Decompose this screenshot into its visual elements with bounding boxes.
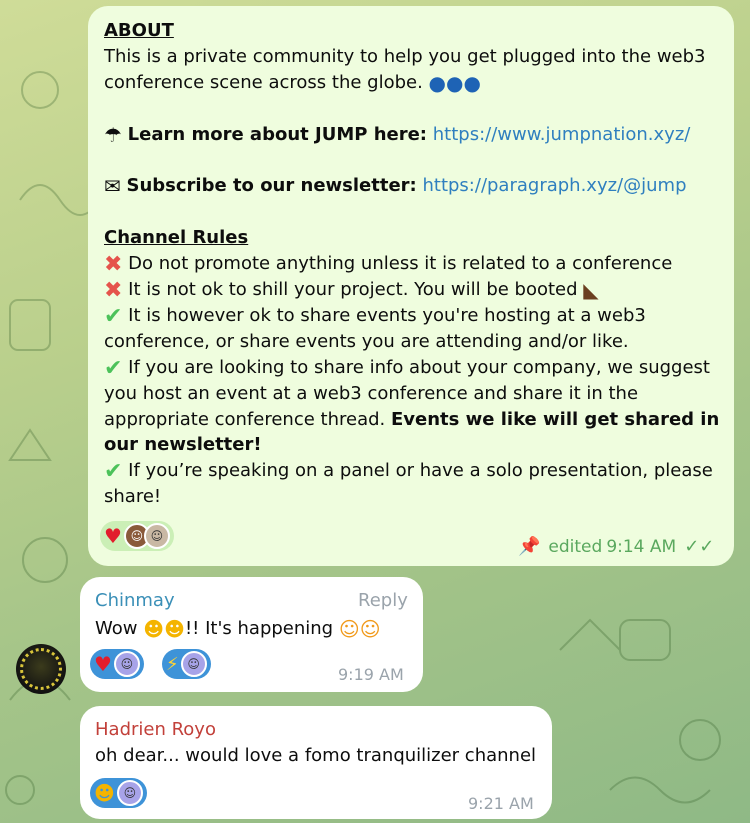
pinned-message-bubble[interactable]: ABOUT This is a private community to hel… — [88, 6, 734, 566]
message-time: 9:21 AM — [468, 794, 534, 813]
reaction-laugh[interactable]: ☻ ☺ — [90, 778, 147, 808]
about-line-2: conference scene across the globe. — [104, 71, 423, 93]
check-mark-icon: ✔ — [104, 303, 123, 329]
rule-4c: appropriate conference thread. — [104, 408, 386, 430]
globe-icon: ● — [446, 70, 464, 95]
cross-mark-icon: ✖ — [104, 252, 123, 278]
message-meta: 📌 edited 9:14 AM ✓✓ — [518, 536, 714, 557]
reaction-bolt[interactable]: ⚡ ☺ — [162, 649, 211, 679]
cross-mark-icon: ✖ — [104, 278, 123, 304]
rule-3a: It is however ok to share events you're … — [128, 304, 646, 326]
reaction-heart[interactable]: ♥ ☺ — [90, 649, 144, 679]
message-time: 9:19 AM — [338, 665, 404, 684]
jumpnation-link[interactable]: https://www.jumpnation.xyz/ — [433, 124, 691, 145]
heart-icon: ♥ — [94, 652, 112, 676]
rule-4d: Events we like will get shared in — [390, 408, 720, 430]
mailbox-icon: ✉ — [104, 174, 121, 199]
message-time: 9:14 AM — [606, 536, 677, 557]
rule-4b: you host an event at a web3 conference a… — [104, 382, 639, 404]
message-text-a: Wow — [95, 618, 138, 639]
avatar: ☺ — [116, 780, 143, 806]
parachute-icon: ☂ — [104, 122, 122, 147]
message-bubble-hadrien[interactable]: Hadrien Royo oh dear... would love a fom… — [80, 706, 552, 819]
edited-label: edited — [548, 536, 603, 557]
learn-more-label: Learn more about JUMP here: — [127, 123, 428, 145]
rule-5b: share! — [104, 486, 162, 508]
rolling-laugh-icon: ☻ — [94, 781, 115, 805]
rule-3b: conference, or share events you are atte… — [104, 330, 629, 352]
lightning-icon: ⚡ — [166, 653, 179, 675]
rule-5a: If you’re speaking on a panel or have a … — [128, 460, 713, 482]
newsletter-link[interactable]: https://paragraph.xyz/@jump — [422, 175, 686, 196]
globe-icon: ● — [428, 70, 446, 95]
reply-button[interactable]: Reply — [358, 590, 408, 611]
about-line-1: This is a private community to help you … — [104, 45, 706, 67]
user-avatar-chinmay[interactable] — [16, 644, 66, 694]
avatar: ☺ — [180, 651, 207, 677]
avatar: ☺ — [113, 651, 140, 677]
heart-icon: ♥ — [104, 524, 122, 548]
reaction-heart[interactable]: ♥ ☺ ☺ — [100, 521, 174, 551]
message-bubble-chinmay[interactable]: Chinmay Reply Wow ☻☻!! It's happening ☺☺… — [80, 577, 423, 692]
rule-4a: If you are looking to share info about y… — [128, 356, 710, 378]
globe-icon: ● — [463, 70, 481, 95]
flushed-face-icon: ☻ — [143, 617, 165, 641]
avatar: ☺ — [143, 523, 170, 549]
rule-4e: our newsletter! — [104, 434, 262, 456]
sender-name[interactable]: Chinmay — [95, 590, 175, 611]
pin-icon: 📌 — [518, 536, 541, 557]
channel-rules-heading: Channel Rules — [104, 227, 249, 249]
message-text-b: !! It's happening — [184, 618, 334, 639]
check-mark-icon: ✔ — [104, 355, 123, 381]
about-heading: ABOUT — [104, 20, 174, 41]
rule-2: It is not ok to shill your project. You … — [128, 279, 578, 301]
subscribe-label: Subscribe to our newsletter: — [126, 175, 417, 197]
check-mark-icon: ✔ — [104, 459, 123, 485]
exploding-head-icon: ☺ — [338, 617, 360, 641]
exploding-head-icon: ☺ — [359, 617, 381, 641]
flushed-face-icon: ☻ — [164, 617, 185, 641]
rule-1: Do not promote anything unless it is rel… — [128, 253, 673, 275]
avatar-ring-icon — [20, 648, 62, 690]
double-check-icon: ✓✓ — [684, 536, 715, 557]
sender-name[interactable]: Hadrien Royo — [95, 719, 216, 740]
message-text: oh dear... would love a fomo tranquilize… — [95, 745, 537, 766]
boot-icon: ◣ — [583, 278, 599, 303]
